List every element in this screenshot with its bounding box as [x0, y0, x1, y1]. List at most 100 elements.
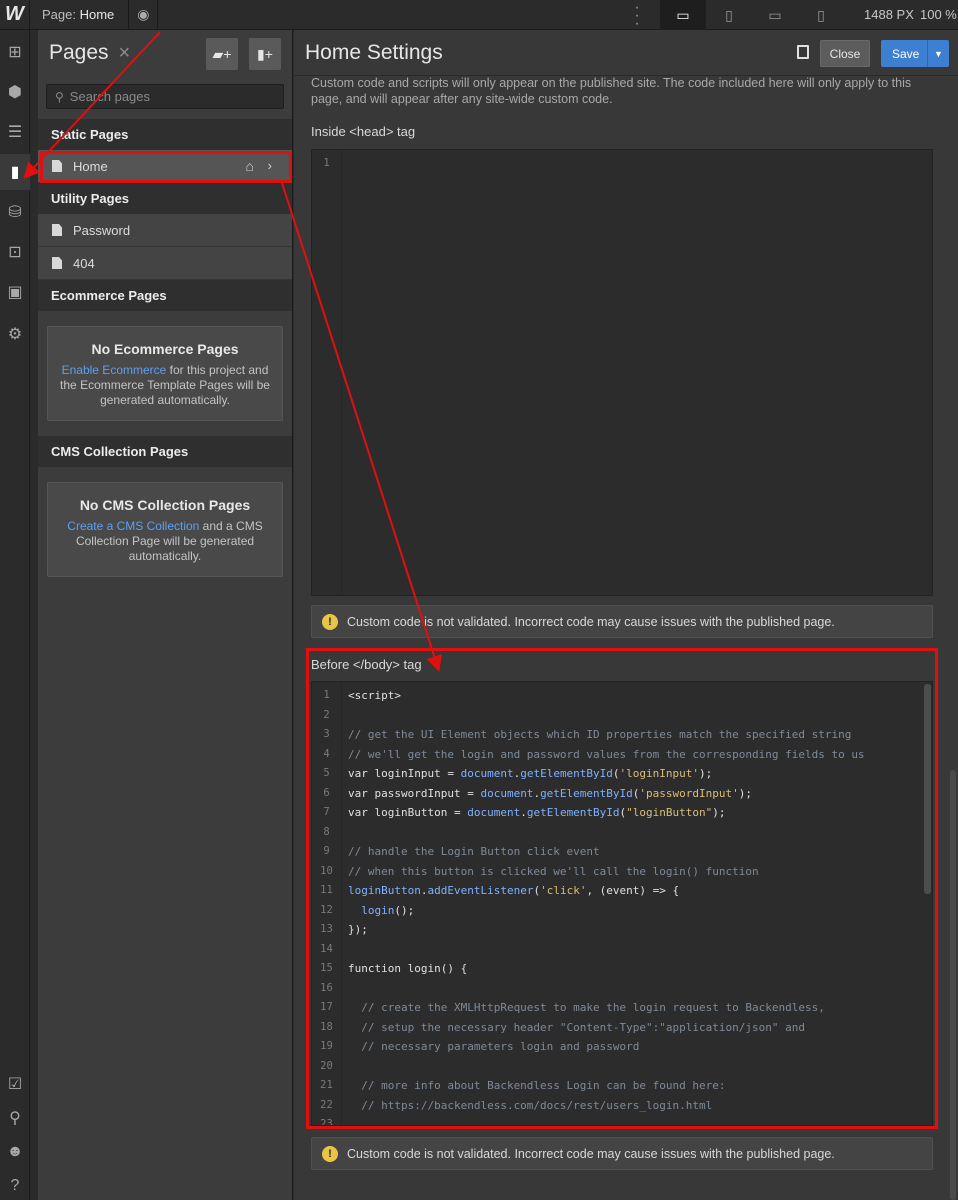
create-cms-collection-link[interactable]: Create a CMS Collection: [67, 519, 199, 533]
search-icon[interactable]: ⚲: [0, 1100, 30, 1136]
help-icon[interactable]: ?: [0, 1168, 30, 1200]
desktop-icon[interactable]: ▭: [660, 0, 706, 30]
ecommerce-pages-header: Ecommerce Pages: [38, 280, 292, 311]
code-line: loginButton.addEventListener('click', (e…: [348, 884, 680, 897]
page-row-404[interactable]: 404: [38, 247, 292, 280]
editor-scrollbar[interactable]: [924, 684, 931, 894]
code-content[interactable]: <script> // get the UI Element objects wh…: [348, 682, 928, 1125]
page-row-password[interactable]: Password: [38, 214, 292, 247]
ecommerce-empty-description: Enable Ecommerce for this project and th…: [58, 363, 272, 408]
ecommerce-empty-state: No Ecommerce Pages Enable Ecommerce for …: [47, 326, 283, 421]
assets-icon[interactable]: ▣: [0, 274, 30, 310]
code-line: var loginInput = document.getElementById…: [348, 767, 713, 780]
warning-text: Custom code is not validated. Incorrect …: [347, 614, 835, 629]
chevron-right-icon[interactable]: ›: [268, 158, 272, 173]
line-number-gutter: 1: [312, 150, 342, 595]
line-number: 16: [320, 981, 333, 994]
page-row-home[interactable]: Home ⌂ ›: [38, 150, 292, 183]
utility-pages-header: Utility Pages: [38, 183, 292, 214]
line-number: 2: [323, 708, 330, 721]
head-warning: ! Custom code is not validated. Incorrec…: [311, 605, 933, 638]
save-button[interactable]: Save ▼: [881, 40, 949, 67]
page-label: Home: [73, 158, 108, 174]
collaborators-icon[interactable]: ☻: [0, 1134, 30, 1170]
code-line: function login() {: [348, 962, 468, 975]
add-elements-icon[interactable]: ⊞: [0, 34, 30, 70]
line-number: 5: [323, 767, 330, 779]
page-label: 404: [73, 255, 95, 271]
code-line: // setup the necessary header "Content-T…: [348, 1020, 805, 1034]
pages-panel: Pages × ▰+ ▮+ ⚲ Static Pages Home ⌂ › Ut…: [38, 30, 293, 1200]
line-number: 11: [320, 884, 333, 896]
code-line: // necessary parameters login and passwo…: [348, 1040, 640, 1053]
line-number: 9: [323, 845, 330, 857]
head-code-label: Inside <head> tag: [311, 124, 416, 139]
line-number: 17: [320, 1001, 333, 1013]
webflow-logo[interactable]: W: [0, 0, 30, 30]
pages-icon[interactable]: ▮: [0, 154, 30, 190]
static-pages-header: Static Pages: [38, 119, 292, 150]
line-number: 6: [323, 786, 330, 799]
line-number: 3: [323, 728, 330, 740]
body-warning: ! Custom code is not validated. Incorrec…: [311, 1137, 933, 1170]
search-pages-input[interactable]: [69, 89, 270, 104]
enable-ecommerce-link[interactable]: Enable Ecommerce: [62, 363, 167, 377]
duplicate-icon[interactable]: [797, 45, 809, 59]
line-number: 7: [323, 806, 330, 818]
line-number: 23: [320, 1118, 333, 1126]
preview-eye-icon[interactable]: ◉: [128, 0, 159, 30]
more-dots-icon[interactable]: · · ·: [632, 0, 642, 32]
chevron-down-icon[interactable]: ▼: [927, 40, 949, 67]
settings-gear-icon[interactable]: ⚙: [0, 316, 30, 352]
line-number: 14: [320, 942, 333, 955]
left-toolbar: ⊞ ⬢ ☰ ▮ ⛁ ⊡ ▣ ⚙ ☑ ⚲ ☻?: [0, 30, 30, 1200]
current-page-indicator[interactable]: Page: Home: [42, 7, 114, 22]
warning-icon: !: [322, 1145, 338, 1162]
custom-code-info: Custom code and scripts will only appear…: [311, 76, 912, 106]
body-code-label: Before </body> tag: [311, 657, 422, 672]
line-number: 1: [323, 689, 330, 701]
cms-pages-header: CMS Collection Pages: [38, 436, 292, 467]
close-icon[interactable]: ×: [119, 42, 131, 65]
code-line: // get the UI Element objects which ID p…: [348, 728, 852, 741]
tablet-icon[interactable]: ▯: [706, 0, 752, 30]
body-code-editor[interactable]: 1 2 3 4 5 6 7 8 9 10 11 12 13 14 15 16 17 18 19 20 21 22 23 <s…: [311, 681, 933, 1126]
panel-scrollbar[interactable]: [950, 770, 956, 1200]
code-line: });: [348, 923, 368, 936]
ecommerce-icon[interactable]: ⊡: [0, 234, 30, 270]
audit-check-icon[interactable]: ☑: [0, 1066, 30, 1102]
mobile-landscape-icon[interactable]: ▭: [752, 0, 798, 30]
cms-icon[interactable]: ⛁: [0, 194, 30, 230]
code-line: // we'll get the login and password valu…: [348, 747, 865, 761]
pages-panel-title: Pages: [49, 41, 109, 64]
code-line: // create the XMLHttpRequest to make the…: [348, 1001, 825, 1014]
navigator-icon[interactable]: ☰: [0, 114, 30, 150]
line-number: 15: [320, 962, 333, 974]
close-button[interactable]: Close: [820, 40, 870, 67]
search-pages-box: ⚲: [46, 84, 284, 109]
line-number: 1: [323, 157, 330, 169]
line-number: 10: [320, 864, 333, 877]
settings-header: Home Settings Close Save ▼: [294, 30, 958, 76]
page-label: Password: [73, 222, 131, 238]
canvas-width-readout: 1488 PX: [864, 7, 914, 22]
line-number: 22: [320, 1098, 333, 1111]
page-icon: [52, 160, 62, 172]
symbols-icon[interactable]: ⬢: [0, 74, 30, 110]
ecommerce-empty-title: No Ecommerce Pages: [91, 341, 239, 357]
mobile-portrait-icon[interactable]: ▯: [798, 0, 844, 30]
line-number: 8: [323, 825, 330, 838]
add-folder-button[interactable]: ▰+: [206, 38, 238, 70]
cms-empty-description: Create a CMS Collection and a CMS Collec…: [58, 519, 272, 564]
head-code-editor[interactable]: 1: [311, 149, 933, 596]
code-line: // handle the Login Button click event: [348, 845, 600, 858]
code-line: // when this button is clicked we'll cal…: [348, 864, 759, 878]
line-number-gutter: 1 2 3 4 5 6 7 8 9 10 11 12 13 14 15 16 17 18 19 20 21 22 23: [312, 682, 342, 1125]
add-page-button[interactable]: ▮+: [249, 38, 281, 70]
cms-empty-title: No CMS Collection Pages: [79, 497, 251, 513]
warning-text: Custom code is not validated. Incorrect …: [347, 1146, 835, 1161]
